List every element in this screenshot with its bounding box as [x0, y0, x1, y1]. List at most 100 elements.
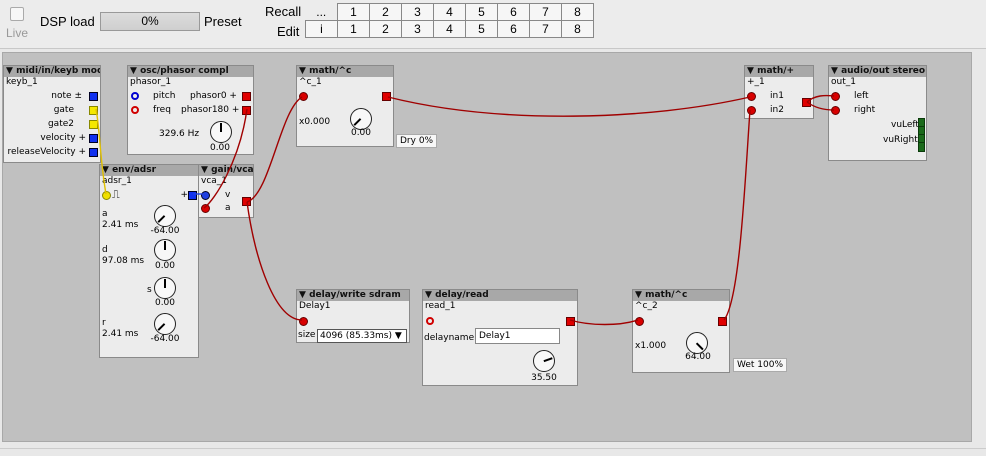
recall-more-button[interactable]: ...	[306, 4, 338, 21]
instance-name: ^c_1	[299, 77, 322, 87]
object-header[interactable]: ▼ delay/read	[423, 290, 577, 301]
inlet-pitch-port[interactable]	[131, 92, 139, 100]
gain-knob[interactable]	[350, 108, 372, 130]
inlet-gate-port[interactable]	[102, 191, 111, 200]
recall-preset-6[interactable]: 6	[497, 3, 530, 21]
recall-preset-3[interactable]: 3	[401, 3, 434, 21]
outlet-note-port[interactable]	[89, 92, 98, 101]
outlet-port[interactable]	[566, 317, 575, 326]
live-checkbox[interactable]	[10, 7, 24, 21]
object-header[interactable]: ▼ gain/vca	[199, 165, 253, 176]
comment-wet: Wet 100%	[733, 358, 788, 372]
time-knob[interactable]	[533, 350, 555, 372]
outlet-label-gate2: gate2	[47, 119, 74, 129]
recall-preset-5[interactable]: 5	[465, 3, 498, 21]
recall-preset-8[interactable]: 8	[561, 3, 594, 21]
object-header[interactable]: ▼ delay/write sdram	[297, 290, 409, 301]
outlet-phasor0-port[interactable]	[242, 92, 251, 101]
outlet-release-velocity-port[interactable]	[89, 148, 98, 157]
outlet-port[interactable]	[802, 98, 811, 107]
inlet-label-v: v	[225, 190, 231, 200]
gain-knob-value: 64.00	[685, 352, 711, 362]
outlet-vca-port[interactable]	[242, 197, 251, 206]
decay-label: d	[102, 245, 108, 255]
pitch-knob[interactable]	[210, 121, 232, 143]
object-audio-out[interactable]: ▼ audio/out stereo out_1 left right vuLe…	[828, 65, 927, 161]
outlet-label-velocity: velocity +	[40, 133, 86, 143]
instance-name: read_1	[425, 301, 456, 311]
outlet-env-port[interactable]	[188, 191, 197, 200]
edit-preset-2[interactable]: 2	[369, 20, 402, 38]
object-keyb[interactable]: ▼ midi/in/keyb mod keyb_1 note ± gate ga…	[3, 65, 101, 163]
decay-knob[interactable]	[154, 239, 176, 261]
object-header[interactable]: ▼ midi/in/keyb mod	[4, 66, 100, 77]
inlet-label-in2: in2	[770, 105, 784, 115]
sustain-knob[interactable]	[154, 277, 176, 299]
object-math-plus[interactable]: ▼ math/+ +_1 in1 in2	[744, 65, 814, 119]
object-header[interactable]: ▼ osc/phasor compl	[128, 66, 253, 77]
object-delay-read[interactable]: ▼ delay/read read_1 delayname Delay1 35.…	[422, 289, 578, 386]
inlet-port[interactable]	[299, 317, 308, 326]
inlet-a-port[interactable]	[201, 204, 210, 213]
inlet-freq-port[interactable]	[131, 106, 139, 114]
inlet-left-port[interactable]	[831, 92, 840, 101]
object-header[interactable]: ▼ math/^c	[633, 290, 729, 301]
object-header[interactable]: ▼ audio/out stereo	[829, 66, 926, 77]
outlet-port[interactable]	[382, 92, 391, 101]
object-header[interactable]: ▼ math/^c	[297, 66, 393, 77]
edit-preset-6[interactable]: 6	[497, 20, 530, 38]
object-math-c1[interactable]: ▼ math/^c ^c_1 x0.000 0.00	[296, 65, 394, 147]
attack-knob-value: -64.00	[150, 226, 180, 236]
edit-preset-8[interactable]: 8	[561, 20, 594, 38]
attack-knob[interactable]	[154, 205, 176, 227]
edit-preset-3[interactable]: 3	[401, 20, 434, 38]
object-header[interactable]: ▼ math/+	[745, 66, 813, 77]
horizontal-scrollbar[interactable]	[0, 448, 986, 449]
instance-name: adsr_1	[102, 176, 132, 186]
recall-preset-7[interactable]: 7	[529, 3, 562, 21]
edit-init-button[interactable]: i	[305, 20, 338, 38]
outlet-gate-port[interactable]	[89, 106, 98, 115]
outlet-velocity-port[interactable]	[89, 134, 98, 143]
inlet-label-a: a	[225, 203, 231, 213]
inlet-port[interactable]	[635, 317, 644, 326]
edit-preset-5[interactable]: 5	[465, 20, 498, 38]
delayname-field[interactable]: Delay1	[475, 328, 560, 344]
inlet-port[interactable]	[299, 92, 308, 101]
sustain-knob-value: 0.00	[154, 298, 176, 308]
object-math-c2[interactable]: ▼ math/^c ^c_2 x1.000 64.00	[632, 289, 730, 373]
inlet-right-port[interactable]	[831, 106, 840, 115]
object-gain-vca[interactable]: ▼ gain/vca vca_1 v a	[198, 164, 254, 218]
recall-preset-1[interactable]: 1	[337, 3, 370, 21]
outlet-label-gate: gate	[53, 105, 74, 115]
time-knob-value: 35.50	[531, 373, 557, 383]
attack-label: a	[102, 209, 108, 219]
preset-label: Preset	[204, 14, 242, 29]
gate-pulse-icon: ⎍	[112, 188, 120, 201]
inlet-in1-port[interactable]	[747, 92, 756, 101]
gain-knob[interactable]	[686, 332, 708, 354]
edit-preset-1[interactable]: 1	[337, 20, 370, 38]
comment-dry: Dry 0%	[396, 134, 438, 148]
object-delay-write[interactable]: ▼ delay/write sdram Delay1 size 4096 (85…	[296, 289, 410, 343]
edit-preset-4[interactable]: 4	[433, 20, 466, 38]
inlet-in2-port[interactable]	[747, 106, 756, 115]
outlet-port[interactable]	[718, 317, 727, 326]
inlet-label-freq: freq	[153, 105, 171, 115]
inlet-label-pitch: pitch	[153, 91, 176, 101]
object-header[interactable]: ▼ env/adsr	[100, 165, 198, 176]
live-label: Live	[6, 26, 29, 40]
inlet-v-port[interactable]	[201, 191, 210, 200]
release-knob[interactable]	[154, 313, 176, 335]
recall-preset-4[interactable]: 4	[433, 3, 466, 21]
recall-preset-2[interactable]: 2	[369, 3, 402, 21]
object-osc-phasor[interactable]: ▼ osc/phasor compl phasor_1 pitch freq p…	[127, 65, 254, 155]
outlet-phasor180-port[interactable]	[242, 106, 251, 115]
inlet-time-port[interactable]	[426, 317, 434, 325]
delayname-label: delayname	[424, 333, 475, 343]
outlet-gate2-port[interactable]	[89, 120, 98, 129]
instance-name: keyb_1	[6, 77, 38, 87]
edit-preset-7[interactable]: 7	[529, 20, 562, 38]
object-env-adsr[interactable]: ▼ env/adsr adsr_1 ⎍ + a 2.41 ms -64.00 d…	[99, 164, 199, 358]
size-dropdown[interactable]: 4096 (85.33ms) ▼	[317, 329, 407, 343]
